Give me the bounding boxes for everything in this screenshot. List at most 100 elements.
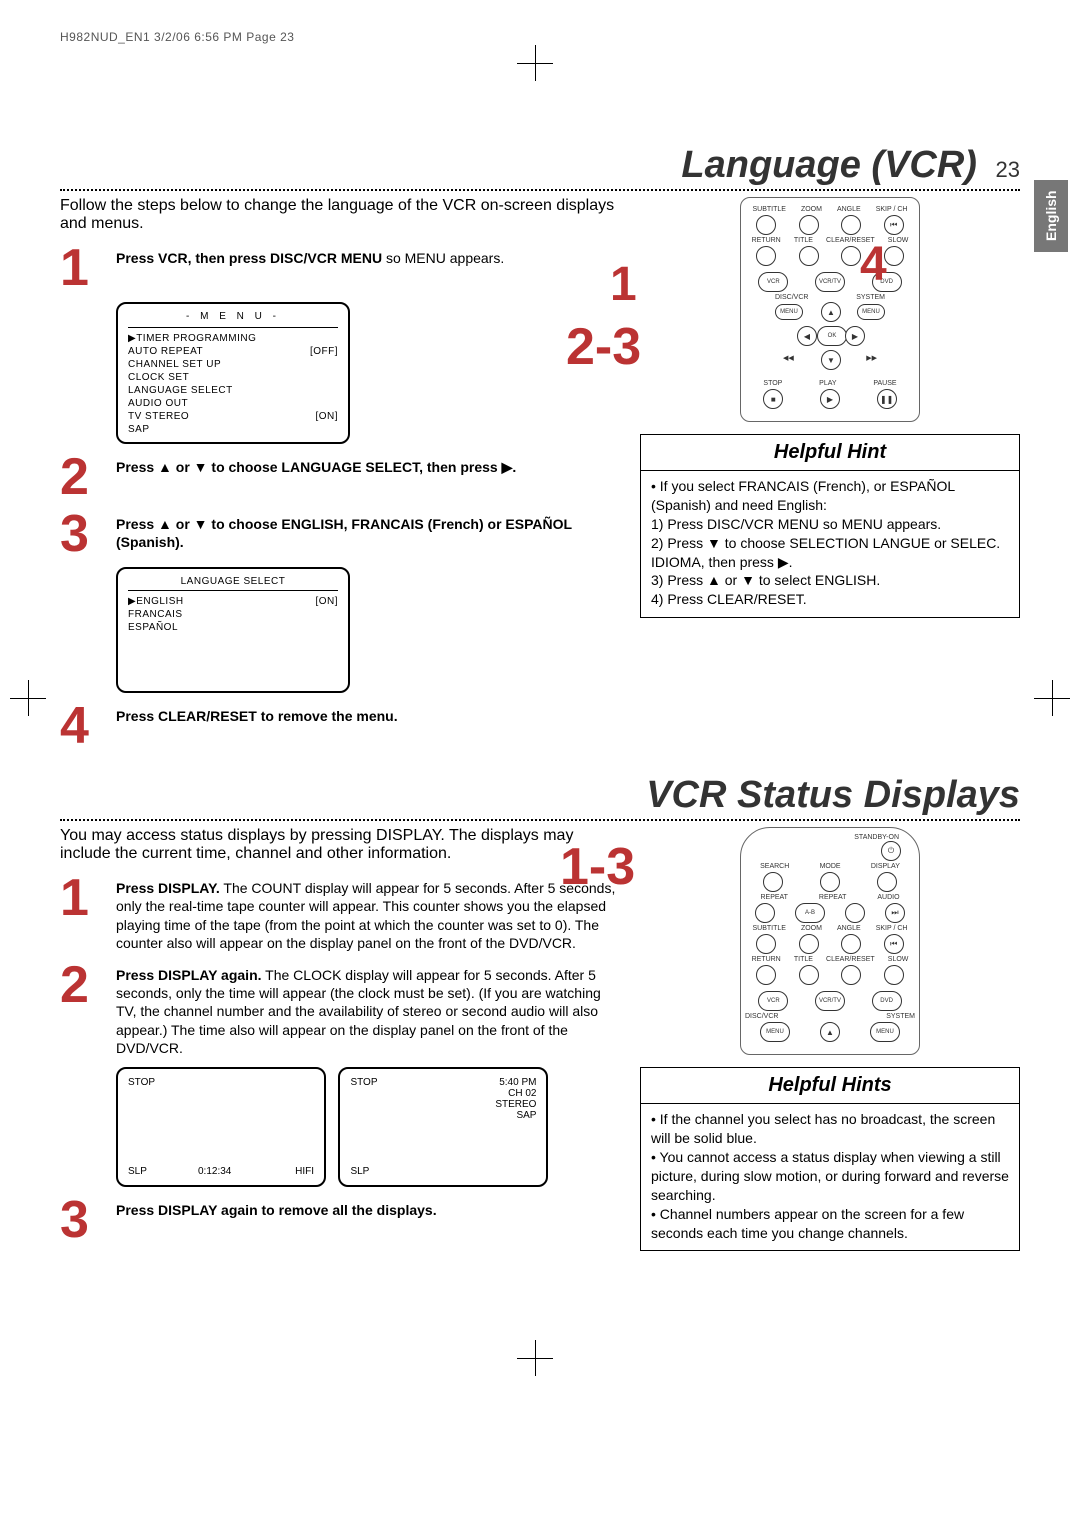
- remote-label: TITLE: [794, 956, 813, 963]
- remote-label: ZOOM: [801, 206, 822, 213]
- remote-label: DISC/VCR: [775, 294, 808, 301]
- crop-mark: [517, 63, 553, 64]
- menu-item: CLOCK SET: [128, 371, 189, 384]
- remote-label: PLAY: [819, 380, 836, 387]
- ok-button: OK: [817, 326, 847, 346]
- s2-step2-bold: Press DISPLAY again.: [116, 967, 262, 983]
- power-icon: ⏻: [881, 841, 901, 861]
- remote-button: [877, 872, 897, 892]
- language-select-display: LANGUAGE SELECT ▶ENGLISH[ON] FRANCAIS ES…: [116, 567, 350, 693]
- remote-label: RETURN: [752, 956, 781, 963]
- hints-title: Helpful Hints: [641, 1068, 1019, 1104]
- section1-title: Language (VCR) 23: [60, 144, 1020, 191]
- vcrtv-button: VCR/TV: [815, 991, 845, 1011]
- ffwd-icon: ▶▶: [866, 354, 877, 362]
- section2-title: VCR Status Displays: [60, 774, 1020, 821]
- down-icon: ▼: [821, 350, 841, 370]
- remote-label: AUDIO: [877, 894, 899, 901]
- remote-diagram-2: STANDBY-ON ⏻ SEARCHMODEDISPLAY REPEATREP…: [740, 827, 920, 1055]
- status-slp: SLP: [128, 1166, 147, 1177]
- menu-item: SAP: [128, 423, 150, 436]
- step2-bold: Press ▲ or ▼ to choose LANGUAGE SELECT, …: [116, 459, 516, 475]
- hint-line: 4) Press CLEAR/RESET.: [651, 590, 1009, 609]
- status-time-info: 5:40 PM CH 02 STEREO SAP: [495, 1077, 536, 1121]
- remote-label: SLOW: [888, 956, 909, 963]
- callout-23: 2-3: [566, 317, 641, 377]
- menu-val: [ON]: [315, 410, 338, 423]
- remote-button: [799, 246, 819, 266]
- remote-label: SUBTITLE: [753, 206, 786, 213]
- menu-item: FRANCAIS: [128, 608, 183, 621]
- menu-item: ▶TIMER PROGRAMMING: [128, 332, 256, 345]
- step3-number: 3: [60, 511, 116, 558]
- callout-1: 1: [610, 257, 637, 312]
- step4-number: 4: [60, 703, 116, 750]
- crop-mark: [28, 680, 29, 716]
- remote-label: CLEAR/RESET: [826, 956, 875, 963]
- remote-label: SLOW: [888, 237, 909, 244]
- menu-item: ▶ENGLISH: [128, 595, 184, 608]
- lang-menu-title: LANGUAGE SELECT: [128, 575, 338, 588]
- remote-label: REPEAT: [819, 894, 847, 901]
- menu-item: LANGUAGE SELECT: [128, 384, 233, 397]
- remote-label: SYSTEM: [856, 294, 885, 301]
- menu-item: AUDIO OUT: [128, 397, 188, 410]
- up-icon: ▲: [821, 302, 841, 322]
- remote-button: [799, 215, 819, 235]
- remote-label: DISC/VCR: [745, 1013, 778, 1020]
- s2-step1-number: 1: [60, 875, 116, 952]
- remote-button: [756, 965, 776, 985]
- status-stop: STOP: [350, 1077, 377, 1088]
- remote-label: DISPLAY: [871, 863, 900, 870]
- up-icon: ▲: [820, 1022, 840, 1042]
- callout-4: 4: [860, 237, 887, 292]
- hint-line: 2) Press ▼ to choose SELECTION LANGUE or…: [651, 534, 1009, 572]
- status-display-count: STOP SLP 0:12:34 HIFI: [116, 1067, 326, 1187]
- remote-label: ANGLE: [837, 206, 861, 213]
- menu-item: TV STEREO: [128, 410, 189, 423]
- play-icon: ▶: [820, 389, 840, 409]
- rewind-icon: ◀◀: [783, 354, 794, 362]
- remote-label: STANDBY-ON: [745, 834, 899, 841]
- remote-button: [820, 872, 840, 892]
- menu-item: AUTO REPEAT: [128, 345, 203, 358]
- remote-button: [841, 934, 861, 954]
- pause-icon: ❚❚: [877, 389, 897, 409]
- remote-button: [756, 246, 776, 266]
- remote-button: [755, 903, 775, 923]
- status-stop: STOP: [128, 1077, 155, 1088]
- menu-button: MENU: [760, 1022, 790, 1042]
- menu-button: MENU: [775, 304, 803, 320]
- remote-button: [841, 246, 861, 266]
- step4-bold: Press CLEAR/RESET to remove the menu.: [116, 708, 398, 724]
- skip-fwd-icon: ⏭: [885, 903, 905, 923]
- remote-label: STOP: [763, 380, 782, 387]
- section2-title-text: VCR Status Displays: [646, 774, 1020, 816]
- section2-intro: You may access status displays by pressi…: [60, 827, 580, 863]
- remote-label: SUBTITLE: [753, 925, 786, 932]
- vcr-button: VCR: [758, 991, 788, 1011]
- print-header: H982NUD_EN1 3/2/06 6:56 PM Page 23: [60, 30, 1020, 44]
- remote-diagram-1: SUBTITLEZOOMANGLESKIP / CH ⏮ RETURNTITLE…: [740, 197, 920, 422]
- s2-step2-number: 2: [60, 962, 116, 1057]
- ab-button: A-B: [795, 903, 825, 923]
- remote-button: [845, 903, 865, 923]
- hint-line: 1) Press DISC/VCR MENU so MENU appears.: [651, 515, 1009, 534]
- menu-title: - M E N U -: [128, 310, 338, 323]
- skip-back-icon: ⏮: [884, 215, 904, 235]
- hint-title: Helpful Hint: [641, 435, 1019, 471]
- hint-line: • Channel numbers appear on the screen f…: [651, 1205, 1009, 1243]
- step1-number: 1: [60, 245, 116, 292]
- remote-label: RETURN: [752, 237, 781, 244]
- status-counter: 0:12:34: [198, 1166, 231, 1177]
- remote-label: TITLE: [794, 237, 813, 244]
- step1-rest: so MENU appears.: [382, 250, 504, 266]
- section1-title-text: Language (VCR): [681, 144, 977, 186]
- s2-step3-number: 3: [60, 1197, 116, 1244]
- remote-label: MODE: [820, 863, 841, 870]
- page-number: 23: [996, 157, 1020, 182]
- crop-mark: [517, 1358, 553, 1359]
- stop-icon: ■: [763, 389, 783, 409]
- hint-line: • You cannot access a status display whe…: [651, 1148, 1009, 1205]
- step1-bold: Press VCR, then press DISC/VCR MENU: [116, 250, 382, 266]
